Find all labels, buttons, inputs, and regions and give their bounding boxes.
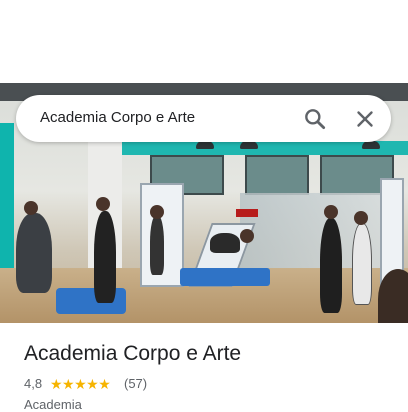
photo-lamp (362, 141, 380, 149)
search-input[interactable]: Academia Corpo e Arte (40, 109, 195, 126)
place-category: Academia (24, 397, 82, 412)
photo-lamp (240, 141, 258, 149)
photo-person-head (240, 229, 254, 243)
photo-person (320, 218, 342, 313)
photo-person-head (150, 205, 164, 219)
photo-person (94, 211, 116, 303)
close-icon[interactable] (352, 106, 378, 132)
photo-person (210, 233, 240, 253)
top-blank-area (0, 0, 408, 83)
star-icon: ★★★★★ (50, 376, 111, 392)
photo-bench (180, 268, 270, 286)
photo-person-head (354, 211, 368, 225)
photo-person-head (324, 205, 338, 219)
photo-red-accent (236, 209, 258, 217)
review-count[interactable]: (57) (124, 376, 147, 391)
photo-person-head (24, 201, 38, 215)
photo-window (245, 155, 309, 195)
photo-person (150, 215, 164, 275)
photo-lamp (196, 141, 214, 149)
search-icon[interactable] (302, 106, 328, 132)
search-bar[interactable]: Academia Corpo e Arte (16, 95, 391, 142)
place-title: Academia Corpo e Arte (24, 342, 242, 365)
photo-person (16, 213, 52, 293)
photo-person (352, 223, 372, 305)
rating-value: 4,8 (24, 376, 43, 391)
photo-person-head (96, 197, 110, 211)
